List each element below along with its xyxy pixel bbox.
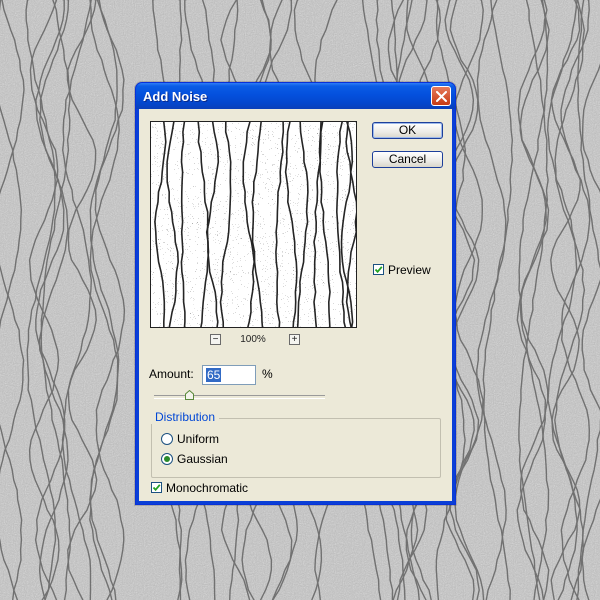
cancel-button[interactable]: Cancel	[372, 151, 443, 168]
gaussian-label: Gaussian	[177, 452, 228, 466]
preview-checkbox[interactable]	[373, 264, 384, 275]
distribution-group	[151, 418, 441, 478]
noise-preview[interactable]	[150, 121, 357, 328]
close-button[interactable]	[431, 86, 451, 106]
monochromatic-checkbox[interactable]	[151, 482, 162, 493]
uniform-radio[interactable]	[161, 433, 173, 445]
zoom-controls: − 100% +	[150, 334, 357, 348]
amount-label: Amount:	[149, 367, 194, 381]
checkmark-icon	[152, 484, 161, 492]
monochromatic-label: Monochromatic	[166, 481, 249, 495]
amount-slider-thumb[interactable]	[185, 390, 195, 400]
zoom-out-button[interactable]: −	[210, 334, 221, 345]
preview-label: Preview	[388, 263, 431, 277]
checkmark-icon	[374, 266, 383, 274]
close-icon	[436, 91, 447, 102]
add-noise-dialog: Add Noise − 100% + OK Cancel Preview Amo…	[135, 82, 456, 505]
ok-button[interactable]: OK	[372, 122, 443, 139]
zoom-level: 100%	[240, 334, 266, 345]
radio-selected-dot	[164, 456, 170, 462]
distribution-legend: Distribution	[151, 410, 220, 424]
amount-value: 65	[206, 368, 222, 382]
amount-slider-track[interactable]	[154, 395, 325, 399]
uniform-label: Uniform	[177, 432, 220, 446]
dialog-title: Add Noise	[143, 89, 208, 104]
dialog-body: − 100% + OK Cancel Preview Amount: 65 % …	[139, 109, 452, 501]
title-bar[interactable]: Add Noise	[136, 83, 455, 109]
zoom-in-button[interactable]: +	[289, 334, 300, 345]
amount-unit: %	[262, 367, 273, 381]
amount-input[interactable]: 65	[202, 365, 256, 385]
gaussian-radio[interactable]	[161, 453, 173, 465]
